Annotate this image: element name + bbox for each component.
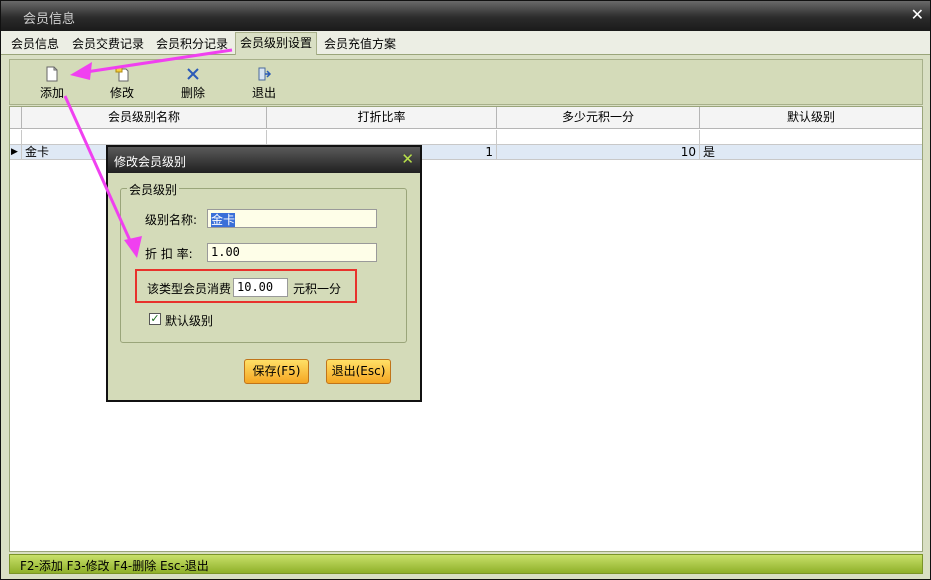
edit-button-label: 修改	[109, 86, 134, 100]
add-button-label: 添加	[39, 86, 64, 100]
edit-button[interactable]: 修改	[100, 66, 144, 101]
table-header: 会员级别名称 打折比率 多少元积一分 默认级别	[10, 107, 922, 129]
tab-level-settings[interactable]: 会员级别设置	[235, 32, 318, 55]
tab-points-records[interactable]: 会员积分记录	[152, 35, 232, 55]
save-button[interactable]: 保存(F5)	[244, 359, 309, 384]
column-header-default[interactable]: 默认级别	[700, 107, 922, 129]
exit-button[interactable]: 退出	[242, 66, 286, 101]
exit-door-icon	[258, 67, 272, 81]
level-name-input[interactable]: 金卡	[207, 209, 377, 228]
delete-x-icon	[187, 68, 199, 80]
toolbar: 添加 修改 删除 退出	[9, 59, 923, 105]
level-groupbox: 会员级别 级别名称: 金卡 折 扣 率: 1.00 该类型会员消费 10.00 …	[120, 181, 407, 343]
row-indicator	[10, 130, 22, 145]
edit-document-icon	[115, 66, 129, 82]
new-document-icon	[46, 66, 58, 82]
tab-member-info[interactable]: 会员信息	[7, 35, 63, 55]
tab-payment-records[interactable]: 会员交费记录	[68, 35, 148, 55]
table-cell	[22, 130, 267, 145]
status-text: F2-添加 F3-修改 F4-删除 Esc-退出	[20, 559, 209, 573]
column-header-level-name[interactable]: 会员级别名称	[22, 107, 267, 129]
table-cell	[497, 130, 700, 145]
cell-default: 是	[703, 145, 716, 159]
dialog-close-icon[interactable]: ✕	[401, 150, 414, 168]
delete-button-label: 删除	[180, 86, 205, 100]
default-level-checkbox[interactable]: ✓	[149, 313, 161, 325]
dialog-title: 修改会员级别	[114, 155, 187, 169]
discount-label: 折 扣 率:	[145, 247, 193, 261]
discount-input[interactable]: 1.00	[207, 243, 377, 262]
row-indicator-header	[10, 107, 22, 129]
tab-recharge-plans[interactable]: 会员充值方案	[320, 35, 400, 55]
table-cell	[267, 130, 497, 145]
table-cell	[700, 130, 922, 145]
add-button[interactable]: 添加	[30, 66, 74, 101]
level-name-value: 金卡	[211, 213, 236, 227]
dialog-title-bar[interactable]: 修改会员级别 ✕	[108, 147, 420, 173]
cell-points-per: 10	[497, 145, 700, 160]
exit-dialog-button[interactable]: 退出(Esc)	[326, 359, 391, 384]
column-header-points-per[interactable]: 多少元积一分	[497, 107, 700, 129]
group-label: 会员级别	[127, 181, 180, 198]
exit-button-label: 退出	[251, 86, 276, 100]
title-bar[interactable]: 会员信息 ✕	[1, 1, 930, 31]
table-row[interactable]	[10, 130, 922, 145]
status-bar: F2-添加 F3-修改 F4-删除 Esc-退出	[9, 554, 923, 574]
column-header-discount[interactable]: 打折比率	[267, 107, 497, 129]
row-pointer-icon: ▶	[10, 145, 22, 160]
default-level-label: 默认级别	[165, 314, 214, 328]
tab-bar: 会员信息 会员交费记录 会员积分记录 会员级别设置 会员充值方案	[1, 31, 930, 55]
delete-button[interactable]: 删除	[171, 66, 215, 101]
close-icon[interactable]: ✕	[911, 5, 924, 24]
edit-level-dialog: 修改会员级别 ✕ 会员级别 级别名称: 金卡 折 扣 率: 1.00 该类型会员…	[106, 145, 422, 402]
level-name-label: 级别名称:	[145, 213, 198, 227]
highlight-box	[135, 269, 357, 303]
window-title: 会员信息	[23, 12, 76, 27]
